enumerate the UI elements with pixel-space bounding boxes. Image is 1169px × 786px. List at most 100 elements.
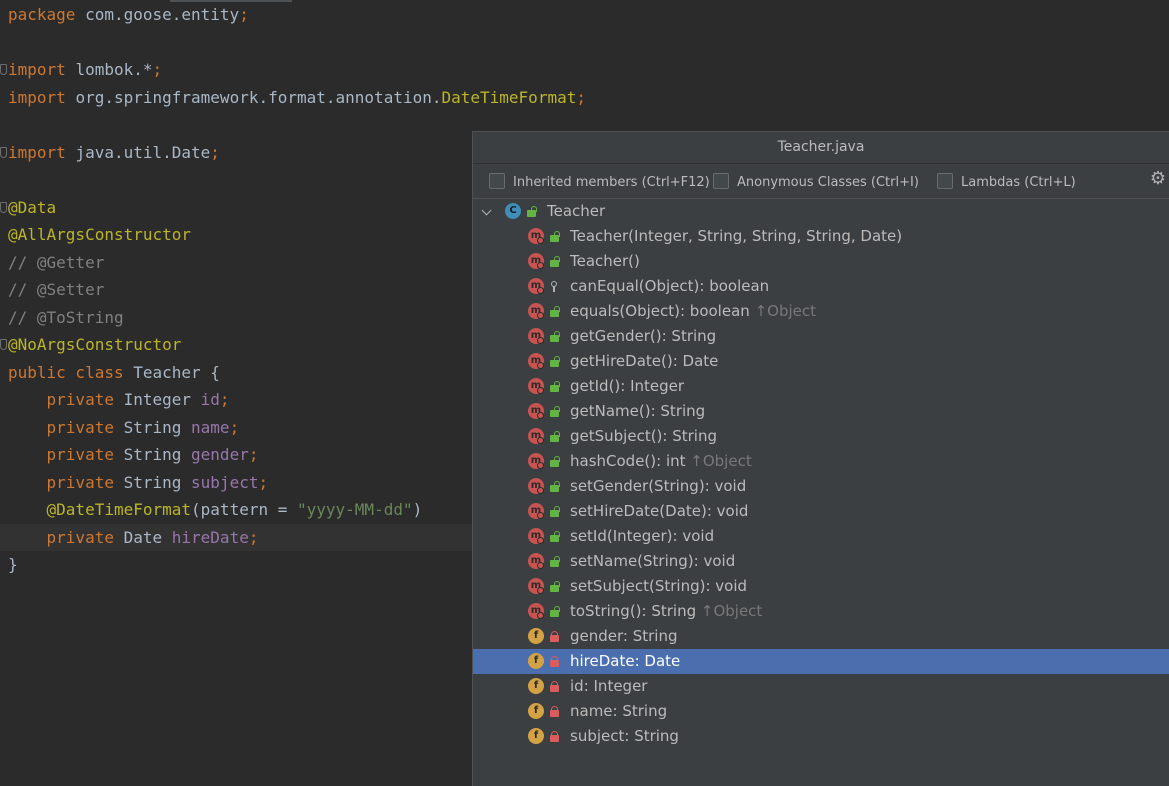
- tree-item-method[interactable]: m getSubject(): String: [473, 424, 1169, 449]
- code-token: ;: [239, 5, 249, 24]
- code-token: @NoArgsConstructor: [8, 335, 182, 354]
- gear-icon[interactable]: ⚙: [1149, 170, 1167, 188]
- tree-item-field[interactable]: f subject: String: [473, 724, 1169, 749]
- member-signature: name: String: [570, 702, 668, 720]
- fold-marker-icon[interactable]: [0, 339, 7, 350]
- member-signature: getHireDate(): Date: [570, 352, 719, 370]
- tree-item-field[interactable]: f name: String: [473, 699, 1169, 724]
- tree-item-field[interactable]: f hireDate: Date: [473, 649, 1169, 674]
- class-icon: C: [505, 203, 521, 219]
- inherited-members-option[interactable]: Inherited members (Ctrl+F12): [489, 173, 710, 191]
- code-token: subject: [191, 472, 259, 492]
- code-token: name: [191, 417, 230, 437]
- tree-item-method[interactable]: m Teacher(): [473, 249, 1169, 274]
- tree-item-field[interactable]: f id: Integer: [473, 674, 1169, 699]
- public-lock-icon: [549, 506, 560, 517]
- anonymous-classes-option[interactable]: Anonymous Classes (Ctrl+I): [713, 173, 919, 191]
- code-token: "yyyy-MM-dd": [297, 500, 413, 519]
- tree-item-method[interactable]: m getHireDate(): Date: [473, 349, 1169, 374]
- implemented-marker-icon: [537, 587, 544, 594]
- code-token: }: [8, 555, 18, 574]
- anonymous-classes-label: Anonymous Classes (Ctrl+I): [737, 175, 919, 190]
- fold-marker-icon[interactable]: [0, 146, 7, 158]
- code-token: // @Getter: [8, 252, 105, 272]
- member-signature: subject: String: [570, 727, 679, 745]
- field-icon: f: [528, 703, 544, 719]
- code-token: import: [8, 142, 76, 162]
- implemented-marker-icon: [537, 412, 544, 419]
- member-label: name: String: [570, 699, 667, 724]
- tree-item-method[interactable]: m Teacher(Integer, String, String, String…: [473, 224, 1169, 249]
- structure-options-bar: Inherited members (Ctrl+F12) Anonymous C…: [473, 164, 1169, 199]
- tree-item-field[interactable]: f gender: String: [473, 624, 1169, 649]
- field-icon: f: [528, 628, 544, 644]
- tree-item-method[interactable]: m getName(): String: [473, 399, 1169, 424]
- implemented-marker-icon: [537, 387, 544, 394]
- member-label: gender: String: [570, 624, 678, 649]
- code-line[interactable]: import lombok.*;: [0, 56, 1169, 83]
- member-label: hireDate: Date: [570, 649, 680, 674]
- member-label: setId(Integer): void: [570, 524, 714, 549]
- chevron-down-icon[interactable]: [481, 205, 492, 216]
- private-lock-icon: [549, 656, 560, 667]
- fold-marker-icon[interactable]: [0, 64, 7, 75]
- fold-marker-icon[interactable]: [0, 201, 7, 213]
- code-token: // @Setter: [8, 280, 105, 299]
- member-signature: setSubject(String): void: [570, 577, 748, 595]
- public-lock-icon: [549, 381, 560, 392]
- tree-item-method[interactable]: m getId(): Integer: [473, 374, 1169, 399]
- tree-item-method[interactable]: m setGender(String): void: [473, 474, 1169, 499]
- member-label: toString(): String ↑Object: [570, 599, 762, 624]
- member-label: Teacher(Integer, String, String, String,…: [570, 224, 902, 249]
- inherited-members-checkbox[interactable]: [489, 173, 505, 189]
- member-signature: id: Integer: [570, 677, 648, 695]
- tree-item-method[interactable]: m canEqual(Object): boolean: [473, 274, 1169, 299]
- code-token: ;: [210, 142, 220, 162]
- code-token: String: [123, 445, 192, 464]
- code-token: ;: [152, 60, 163, 79]
- anonymous-classes-checkbox[interactable]: [713, 173, 729, 189]
- member-signature: hireDate: Date: [570, 652, 681, 670]
- code-token: lombok.*: [75, 60, 153, 79]
- member-label: setHireDate(Date): void: [570, 499, 748, 524]
- member-signature: Teacher(): [570, 252, 640, 270]
- tree-item-method[interactable]: m setName(String): void: [473, 549, 1169, 574]
- member-signature: setId(Integer): void: [570, 527, 715, 545]
- code-token: java.util.Date: [75, 142, 211, 162]
- code-line[interactable]: [0, 29, 1169, 56]
- tree-item-method[interactable]: m setHireDate(Date): void: [473, 499, 1169, 524]
- member-label: setName(String): void: [570, 549, 735, 574]
- public-lock-icon: [549, 231, 560, 242]
- tree-item-method[interactable]: m hashCode(): int ↑Object: [473, 449, 1169, 474]
- code-line[interactable]: import org.springframework.format.annota…: [0, 84, 1169, 111]
- code-token: // @ToString: [8, 307, 124, 327]
- member-signature: setGender(String): void: [570, 477, 747, 495]
- implemented-marker-icon: [537, 262, 544, 269]
- tree-item-method[interactable]: m setId(Integer): void: [473, 524, 1169, 549]
- tree-item-method[interactable]: m toString(): String ↑Object: [473, 599, 1169, 624]
- implemented-marker-icon: [537, 437, 544, 444]
- lambdas-option[interactable]: Lambdas (Ctrl+L): [937, 173, 1076, 191]
- code-token: package: [8, 5, 86, 24]
- file-structure-popup: Teacher.java Inherited members (Ctrl+F12…: [472, 131, 1169, 786]
- tree-item-method[interactable]: m getGender(): String: [473, 324, 1169, 349]
- lambdas-checkbox[interactable]: [937, 173, 953, 189]
- code-token: import: [8, 60, 76, 79]
- member-signature: toString(): String: [570, 602, 701, 620]
- code-line[interactable]: package com.goose.entity;: [0, 1, 1169, 28]
- protected-key-icon: [549, 281, 560, 292]
- member-label: canEqual(Object): boolean: [570, 274, 769, 299]
- class-name-label: Teacher: [547, 202, 606, 220]
- tree-root-class[interactable]: C Teacher: [473, 199, 1169, 224]
- tree-item-method[interactable]: m equals(Object): boolean ↑Object: [473, 299, 1169, 324]
- code-token: (pattern =: [191, 500, 297, 519]
- tree-item-method[interactable]: m setSubject(String): void: [473, 574, 1169, 599]
- code-token: gender: [191, 445, 249, 464]
- member-label: getSubject(): String: [570, 424, 717, 449]
- member-label: Teacher(): [570, 249, 640, 274]
- private-lock-icon: [549, 681, 560, 692]
- public-lock-icon: [549, 556, 560, 567]
- code-token: ): [412, 500, 423, 519]
- implemented-marker-icon: [537, 512, 544, 519]
- public-lock-icon: [549, 356, 560, 367]
